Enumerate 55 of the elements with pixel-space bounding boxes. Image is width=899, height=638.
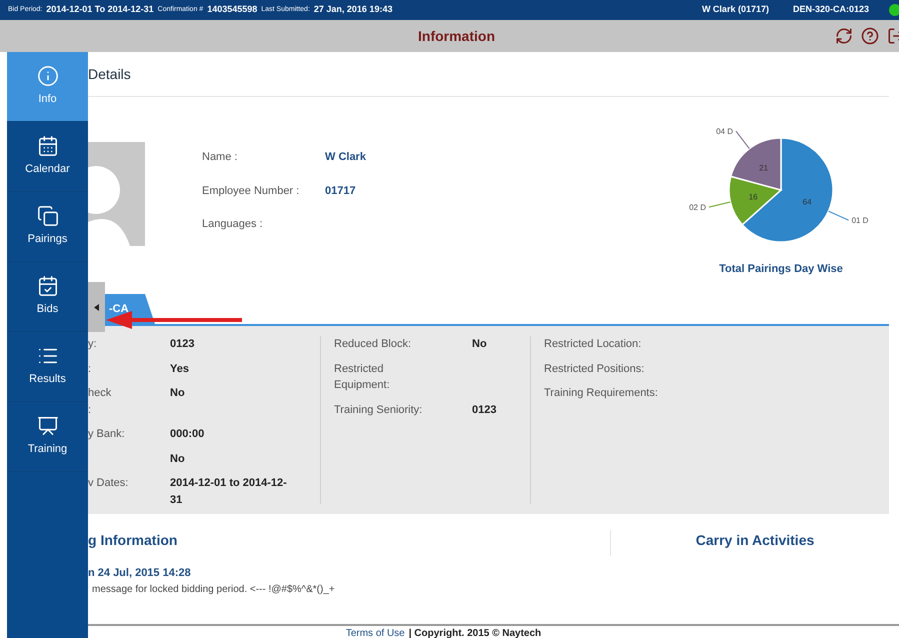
field-label: Name : xyxy=(202,150,238,165)
info-value: 0123 xyxy=(170,337,196,352)
info-value: Yes xyxy=(170,362,190,376)
slice-value: 21 xyxy=(759,163,768,172)
info-label: Training Requirements: xyxy=(544,386,659,401)
field-label: Employee Number : xyxy=(202,184,300,198)
info-value: 000:00 xyxy=(170,427,206,442)
presenter-icon xyxy=(36,415,58,438)
info-value: 2014-12-01 to 2014-12-31 xyxy=(170,476,288,508)
info-label: Restricted Location: xyxy=(544,337,642,352)
info-value: No xyxy=(170,452,186,466)
squares-icon xyxy=(36,205,58,228)
info-label: y: xyxy=(88,337,98,352)
info-label: Restricted Equipment: xyxy=(334,362,391,393)
info-label: y Bank: xyxy=(88,427,126,442)
user-name: W Clark (01717) xyxy=(702,3,769,16)
info-value: No xyxy=(170,386,186,401)
info-value: No xyxy=(472,337,487,352)
slice-value: 64 xyxy=(802,198,812,207)
info-label: v Dates: xyxy=(88,476,130,491)
field-value: W Clark xyxy=(325,150,366,165)
calendar-icon xyxy=(36,135,58,158)
collapse-icon[interactable] xyxy=(94,304,99,310)
slice-label: 02 D xyxy=(689,203,706,212)
leader-line xyxy=(708,202,731,208)
bid-period: 2014-12-01 To 2014-12-31 xyxy=(46,3,154,16)
info-label: Restricted Positions: xyxy=(544,362,646,376)
help-icon[interactable] xyxy=(861,27,879,45)
info-label: : xyxy=(88,362,92,376)
info-icon xyxy=(36,65,58,88)
calendar-check-icon xyxy=(36,275,58,298)
refresh-icon[interactable] xyxy=(835,27,853,45)
terms-link[interactable]: Terms of Use xyxy=(346,626,405,638)
bid-date: n 24 Jul, 2015 14:28 xyxy=(88,566,192,581)
field-value: 01717 xyxy=(325,184,356,198)
bid-message: message for locked bidding period. <--- !@#$%^&*()_+ xyxy=(92,582,336,596)
chart-title: Total Pairings Day Wise xyxy=(719,262,843,277)
slice-label: 01 D xyxy=(852,216,868,226)
slice-label: 04 D xyxy=(716,127,734,136)
page-title: Information xyxy=(418,26,495,46)
section-heading: g Information xyxy=(88,531,178,550)
field-label: Languages : xyxy=(202,217,264,232)
info-value: 0123 xyxy=(472,402,496,418)
base-code: DEN-320-CA:0123 xyxy=(792,3,869,16)
info-label: Training Seniority: xyxy=(334,402,424,418)
info-label: Reduced Block: xyxy=(334,337,412,352)
leader-line xyxy=(828,210,850,221)
section-heading: Carry in Activities xyxy=(696,531,814,550)
info-label: heck : xyxy=(88,386,112,418)
section-heading: Details xyxy=(88,64,131,84)
submitted-date: 27 Jan, 2016 19:43 xyxy=(314,3,392,16)
leader-line xyxy=(736,130,750,150)
slice-value: 16 xyxy=(748,192,758,202)
confirmation-number: 1403545598 xyxy=(207,3,258,16)
copyright-text: | Copyright. 2015 © Naytech xyxy=(408,627,542,638)
